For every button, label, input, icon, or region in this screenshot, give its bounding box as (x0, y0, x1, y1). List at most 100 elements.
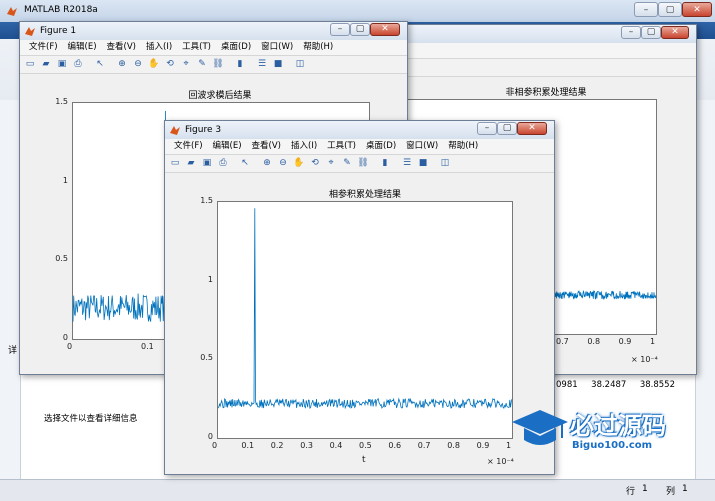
menu-item[interactable]: 工具(T) (322, 139, 361, 154)
menu-item[interactable]: 帮助(H) (298, 40, 338, 55)
zoom-out-icon[interactable]: ⊖ (132, 58, 144, 70)
menu-item[interactable]: 工具(T) (177, 40, 216, 55)
y-tick-label: 0 (207, 432, 213, 441)
colorbar-icon[interactable]: ▮ (234, 58, 246, 70)
menu-item[interactable]: 帮助(H) (443, 139, 483, 154)
figure1-matlab-icon (25, 27, 35, 36)
figure1-toolbar: ▭ ▰ ▣ ⎙ ↖ ⊕ ⊖ ✋ ⟲ ⌖ ✎ ⛓ ▮ ☰ ■ ◫ (20, 56, 407, 74)
zoom-in-icon[interactable]: ⊕ (116, 58, 128, 70)
main-close-button[interactable]: ✕ (682, 2, 712, 17)
rotate-icon[interactable]: ⟲ (164, 58, 176, 70)
menu-item[interactable]: 插入(I) (141, 40, 177, 55)
y-tick-label: 0.5 (200, 353, 213, 363)
menu-item[interactable]: 插入(I) (286, 139, 322, 154)
y-tick-label: 1.5 (55, 97, 68, 106)
x-tick-label: 0.7 (556, 337, 569, 346)
menu-item[interactable]: 编辑(E) (208, 139, 247, 154)
print-icon[interactable]: ⎙ (217, 157, 229, 169)
menu-item[interactable]: 文件(F) (24, 40, 63, 55)
print-icon[interactable]: ⎙ (72, 58, 84, 70)
dock-icon[interactable]: ◫ (294, 58, 306, 70)
pan-icon[interactable]: ✋ (293, 157, 305, 169)
figure3-toolbar: ▭ ▰ ▣ ⎙ ↖ ⊕ ⊖ ✋ ⟲ ⌖ ✎ ⛓ ▮ ☰ ■ ◫ (165, 155, 554, 173)
menu-item[interactable]: 查看(V) (247, 139, 286, 154)
graduation-cap-icon (512, 410, 568, 445)
brush-icon[interactable]: ✎ (341, 157, 353, 169)
main-maximize-button[interactable]: ▢ (658, 2, 682, 17)
figure3-title: Figure 3 (185, 125, 222, 135)
figure3-minimize-button[interactable]: – (477, 122, 497, 135)
figure1-minimize-button[interactable]: – (330, 23, 350, 36)
save-icon[interactable]: ▣ (201, 157, 213, 169)
main-minimize-button[interactable]: – (634, 2, 658, 17)
x-tick-label: 0.1 (141, 342, 154, 351)
link-plot-icon[interactable]: ⛓ (212, 58, 224, 70)
zoom-in-icon[interactable]: ⊕ (261, 157, 273, 169)
x-tick-label: 0.6 (388, 441, 402, 450)
menu-item[interactable]: 编辑(E) (63, 40, 102, 55)
y-tick-label: 0.5 (55, 254, 68, 264)
link-plot-icon[interactable]: ⛓ (357, 157, 369, 169)
figure2-close-button[interactable]: ✕ (661, 26, 689, 39)
open-folder-icon[interactable]: ▰ (40, 58, 52, 70)
menu-item[interactable]: 文件(F) (169, 139, 208, 154)
y-tick-label: 1 (62, 175, 68, 185)
figure2-toolbar (401, 59, 696, 77)
y-tick-label: 1.5 (200, 196, 213, 205)
figure2-maximize-button[interactable]: ▢ (641, 26, 661, 39)
x-tick-label: 0.7 (417, 441, 431, 450)
watermark-brand: 必过源码 (570, 412, 666, 440)
figure3-window[interactable]: Figure 3 – ▢ ✕ 文件(F) 编辑(E) 查看(V) 插入(I) 工具(T)… (164, 120, 555, 475)
rotate-icon[interactable]: ⟲ (309, 157, 321, 169)
figure3-maximize-button[interactable]: ▢ (497, 122, 517, 135)
figure1-close-button[interactable]: ✕ (370, 23, 400, 36)
menu-item[interactable]: 桌面(D) (216, 40, 256, 55)
figure3-plot-area[interactable] (217, 201, 513, 439)
brush-icon[interactable]: ✎ (196, 58, 208, 70)
save-icon[interactable]: ▣ (56, 58, 68, 70)
figure2-minimize-button[interactable]: – (621, 26, 641, 39)
menu-item[interactable]: 查看(V) (102, 40, 141, 55)
x-tick-label: 0 (212, 441, 218, 450)
row-label: 行 (626, 487, 636, 497)
figure2-plot-title: 非相参积累处理结果 (505, 88, 587, 98)
new-file-icon[interactable]: ▭ (169, 157, 181, 169)
figure1-maximize-button[interactable]: ▢ (350, 23, 370, 36)
hide-tools-icon[interactable]: ■ (272, 58, 284, 70)
figure2-titlebar[interactable]: – ▢ ✕ (401, 25, 696, 43)
pointer-icon[interactable]: ↖ (239, 157, 251, 169)
figure3-close-button[interactable]: ✕ (517, 122, 547, 135)
open-folder-icon[interactable]: ▰ (185, 157, 197, 169)
zoom-out-icon[interactable]: ⊖ (277, 157, 289, 169)
x-tick-label: 1 (650, 337, 656, 346)
figure3-titlebar[interactable]: Figure 3 – ▢ ✕ (165, 121, 554, 139)
hide-tools-icon[interactable]: ■ (417, 157, 429, 169)
col-label: 列 (666, 487, 676, 497)
y-tick-label: 1 (207, 274, 213, 284)
x-tick-label: 0.4 (329, 441, 343, 450)
colorbar-icon[interactable]: ▮ (379, 157, 391, 169)
watermark: 必过源码 Biguo100.com (510, 400, 700, 460)
menu-item[interactable]: 窗口(W) (401, 139, 443, 154)
menu-item[interactable]: 窗口(W) (256, 40, 298, 55)
legend-icon[interactable]: ☰ (256, 58, 268, 70)
dock-icon[interactable]: ◫ (439, 157, 451, 169)
figure1-plot-title: 回波求模后结果 (188, 91, 252, 101)
menu-item[interactable]: 桌面(D) (361, 139, 401, 154)
x-tick-label: 0.9 (618, 337, 632, 346)
x-tick-label: 0.3 (300, 441, 313, 450)
figure3-plot-title: 相参积累处理结果 (328, 190, 401, 200)
figure3-x-axis-label: t (362, 455, 366, 465)
figure1-titlebar[interactable]: Figure 1 – ▢ ✕ (20, 22, 407, 40)
data-cursor-icon[interactable]: ⌖ (180, 58, 192, 70)
pointer-icon[interactable]: ↖ (94, 58, 106, 70)
new-file-icon[interactable]: ▭ (24, 58, 36, 70)
main-left-strip (0, 100, 21, 479)
figure1-title: Figure 1 (40, 26, 77, 36)
data-cursor-icon[interactable]: ⌖ (325, 157, 337, 169)
pan-icon[interactable]: ✋ (148, 58, 160, 70)
x-tick-label: 0.8 (447, 441, 460, 450)
value-cell: 38.2487 (591, 380, 627, 390)
legend-icon[interactable]: ☰ (401, 157, 413, 169)
x-tick-label: 0.9 (476, 441, 490, 450)
